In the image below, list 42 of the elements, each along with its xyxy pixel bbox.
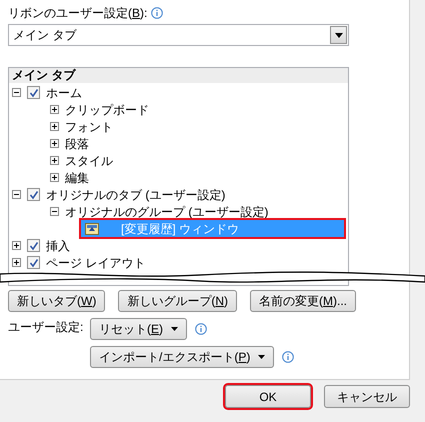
caret-icon bbox=[171, 327, 178, 331]
tree-item-label[interactable]: オリジナルのタブ (ユーザー設定) bbox=[46, 188, 226, 200]
tree-item-label[interactable]: 編集 bbox=[65, 172, 89, 184]
checkbox[interactable] bbox=[27, 239, 40, 252]
tree-item-label[interactable]: クリップボード bbox=[65, 104, 149, 116]
expand-icon[interactable] bbox=[50, 156, 59, 165]
user-settings-label: ユーザー設定: bbox=[8, 319, 84, 336]
caret-icon bbox=[258, 355, 266, 359]
tree-item-label[interactable]: 段落 bbox=[65, 138, 89, 150]
tree-item-label[interactable]: フォント bbox=[65, 120, 113, 132]
ribbon-dropdown[interactable]: メイン タブ bbox=[8, 24, 349, 46]
ribbon-setting-label: リボンのユーザー設定(B): bbox=[8, 4, 148, 22]
tree-item-label: [変更履歴] ウィンドウ bbox=[121, 222, 240, 234]
tree-header: メイン タブ bbox=[9, 68, 348, 83]
expand-icon[interactable] bbox=[50, 122, 59, 131]
command-icon bbox=[85, 222, 99, 234]
tree-button[interactable]: 新しいタブ(W) bbox=[8, 290, 106, 312]
tree-item-label[interactable]: オリジナルのグループ (ユーザー設定) bbox=[65, 206, 268, 218]
info-icon bbox=[151, 6, 164, 18]
dialog-button[interactable]: OK bbox=[225, 385, 311, 408]
expand-icon[interactable] bbox=[50, 139, 59, 148]
checkbox[interactable] bbox=[27, 86, 40, 99]
tree-item-label[interactable]: ホーム bbox=[46, 86, 82, 98]
checkbox[interactable] bbox=[27, 188, 40, 201]
tree-button[interactable]: 新しいグループ(N) bbox=[118, 290, 237, 312]
expand-icon[interactable] bbox=[50, 173, 59, 182]
checkbox[interactable] bbox=[27, 256, 40, 269]
expand-icon[interactable] bbox=[12, 258, 21, 267]
tree-item-label[interactable]: ページ レイアウト bbox=[46, 256, 146, 268]
menu-button[interactable]: リセット(E) bbox=[90, 318, 188, 340]
collapse-icon[interactable] bbox=[50, 207, 59, 216]
info-icon bbox=[282, 351, 294, 363]
menu-button[interactable]: インポート/エクスポート(P) bbox=[90, 346, 274, 368]
tree-item-label[interactable]: スタイル bbox=[65, 154, 113, 166]
expand-icon[interactable] bbox=[50, 105, 59, 114]
tree-item-label[interactable]: 挿入 bbox=[46, 240, 70, 252]
collapse-icon[interactable] bbox=[12, 88, 21, 97]
info-icon bbox=[195, 323, 208, 335]
collapse-icon[interactable] bbox=[12, 190, 21, 199]
expand-icon[interactable] bbox=[12, 241, 21, 250]
tree-button[interactable]: 名前の変更(M)... bbox=[250, 290, 356, 312]
dialog-button[interactable]: キャンセル bbox=[324, 385, 410, 408]
